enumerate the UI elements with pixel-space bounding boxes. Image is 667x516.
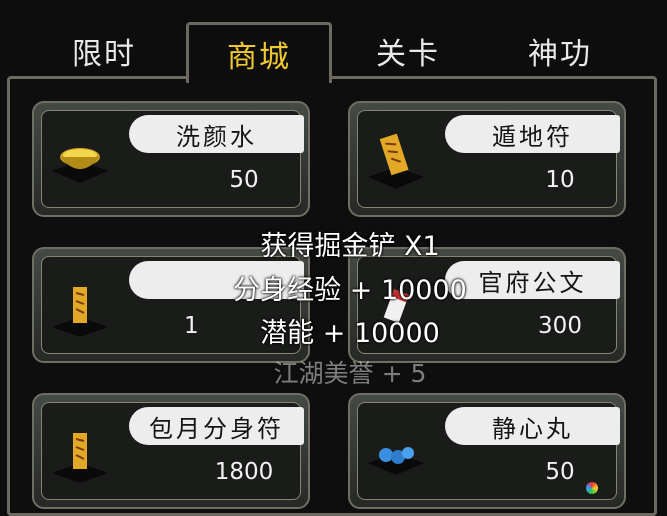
tab-martial-arts[interactable]: 神功 xyxy=(490,26,630,76)
shop-item-card[interactable]: 洗颜水 50 xyxy=(32,101,310,217)
tab-shop[interactable]: 商城 xyxy=(186,22,332,83)
reward-line-label: 潜能 xyxy=(260,318,315,349)
watermark-logo xyxy=(586,480,664,496)
item-name: 静心丸 xyxy=(445,407,620,445)
reward-line-reputation: 江湖美誉 + 5 xyxy=(140,354,560,390)
reward-line-amount: + 10000 xyxy=(341,275,467,306)
reward-line-amount: + 10000 xyxy=(314,318,440,349)
item-name: 洗颜水 xyxy=(129,115,304,153)
item-name: 包月分身符 xyxy=(129,407,304,445)
reward-line-amount: X1 xyxy=(395,231,440,262)
watermark-icon xyxy=(586,482,598,494)
shop-item-card[interactable]: 静心丸 50 xyxy=(348,393,626,509)
shop-item-card[interactable]: 遁地符 10 xyxy=(348,101,626,217)
reward-line-label: 获得掘金铲 xyxy=(260,231,396,262)
reward-line-label: 分身经验 xyxy=(233,275,342,306)
tab-levels[interactable]: 关卡 xyxy=(338,26,478,76)
reward-line-potential: 潜能 + 10000 xyxy=(140,311,560,350)
reward-line-amount: + 5 xyxy=(373,359,427,388)
item-price: 1800 xyxy=(214,459,274,485)
talisman-icon xyxy=(364,131,428,193)
reward-line-label: 江湖美誉 xyxy=(273,359,374,388)
shop-item-card[interactable]: 包月分身符 1800 xyxy=(32,393,310,509)
tab-bar: 限时 商城 关卡 神功 xyxy=(0,0,667,83)
yellow-bowl-icon xyxy=(48,131,112,193)
tab-limited[interactable]: 限时 xyxy=(34,26,174,76)
reward-line-item: 获得掘金铲 X1 xyxy=(140,224,560,263)
item-price: 10 xyxy=(545,167,575,193)
talisman-icon xyxy=(48,277,112,339)
reward-line-clone-exp: 分身经验 + 10000 xyxy=(140,268,560,307)
item-name: 遁地符 xyxy=(445,115,620,153)
talisman-icon xyxy=(48,423,112,485)
item-price: 50 xyxy=(229,167,259,193)
blue-pill-icon xyxy=(364,423,428,485)
